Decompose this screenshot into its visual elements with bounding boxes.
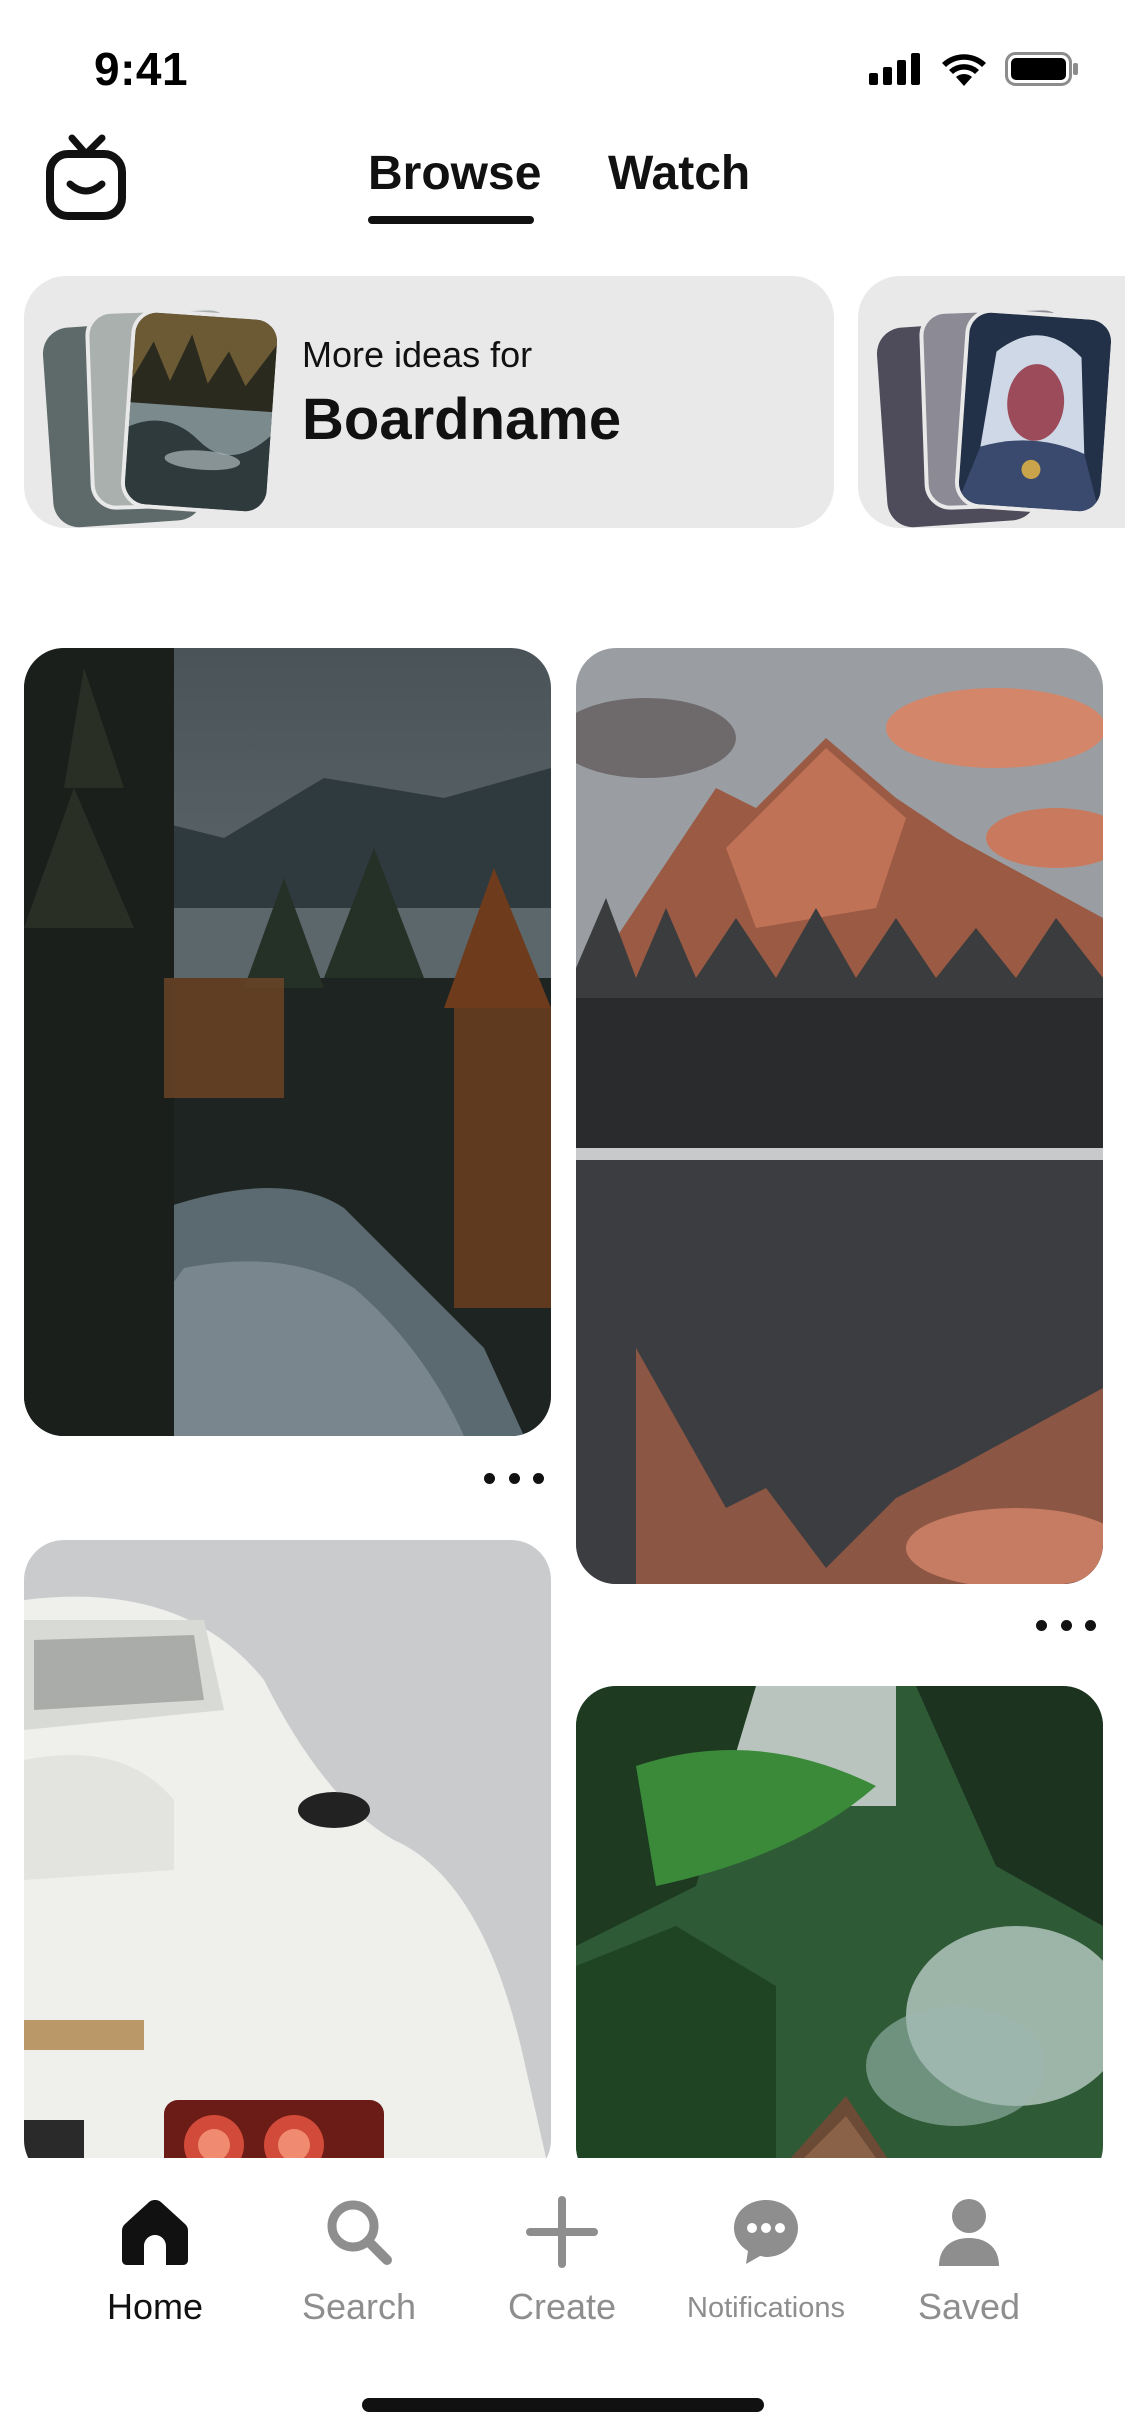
status-time: 9:41 [94,43,189,95]
more-ideas-subtitle: More ideas for [302,334,533,375]
pin-forest-cabin[interactable] [576,1686,1103,2186]
board-name: Boardname [302,387,622,452]
bottom-navigation-bar: Home Search Create Notifications Saved [0,2158,1125,2436]
wifi-icon [942,54,986,86]
status-bar: 9:41 [0,0,1125,135]
plus-icon [526,2196,598,2268]
profile-icon [939,2199,999,2266]
board-cover-stack [875,300,1117,528]
more-ideas-card-next[interactable] [858,276,1125,528]
pin-image [576,1686,1103,2186]
pin-image [24,648,551,1436]
cellular-signal-icon [869,53,920,85]
feed-tabs: Browse Watch [0,146,1125,236]
tab-watch[interactable]: Watch [608,146,750,201]
nav-saved-label: Saved [917,2286,1021,2327]
more-ideas-card[interactable]: More ideas for Boardname [24,276,834,528]
pin-mountain-lake[interactable] [576,648,1103,1584]
pin-more-options-icon[interactable] [1036,1613,1096,1637]
pin-forest-river[interactable] [24,648,551,1436]
search-icon [327,2200,392,2265]
nav-home[interactable]: Home [60,2182,250,2328]
more-ideas-text: More ideas for Boardname [302,334,621,453]
board-cover-stack [41,300,283,528]
board-cover-image [119,307,283,517]
nav-notifications-label: Notifications [687,2292,845,2324]
nav-notifications[interactable]: Notifications [671,2182,861,2325]
nav-saved[interactable]: Saved [874,2182,1064,2328]
nav-home-label: Home [106,2286,204,2327]
status-icons [869,52,1079,86]
pin-more-options-icon[interactable] [484,1466,544,1490]
chat-bubble-icon [734,2200,798,2264]
board-cover-image [953,307,1117,517]
nav-create-label: Create [507,2286,617,2327]
home-indicator[interactable] [362,2398,764,2412]
nav-search[interactable]: Search [264,2182,454,2328]
nav-create[interactable]: Create [467,2182,657,2328]
ideas-carousel[interactable]: More ideas for Boardname [0,276,1125,528]
battery-icon [1005,52,1078,86]
nav-search-label: Search [301,2286,417,2327]
home-icon [122,2200,188,2265]
pin-image [24,1540,551,2180]
selected-tab-indicator [368,216,534,224]
pin-sports-car[interactable] [24,1540,551,2180]
tab-browse[interactable]: Browse [368,146,541,201]
pin-image [576,648,1103,1584]
